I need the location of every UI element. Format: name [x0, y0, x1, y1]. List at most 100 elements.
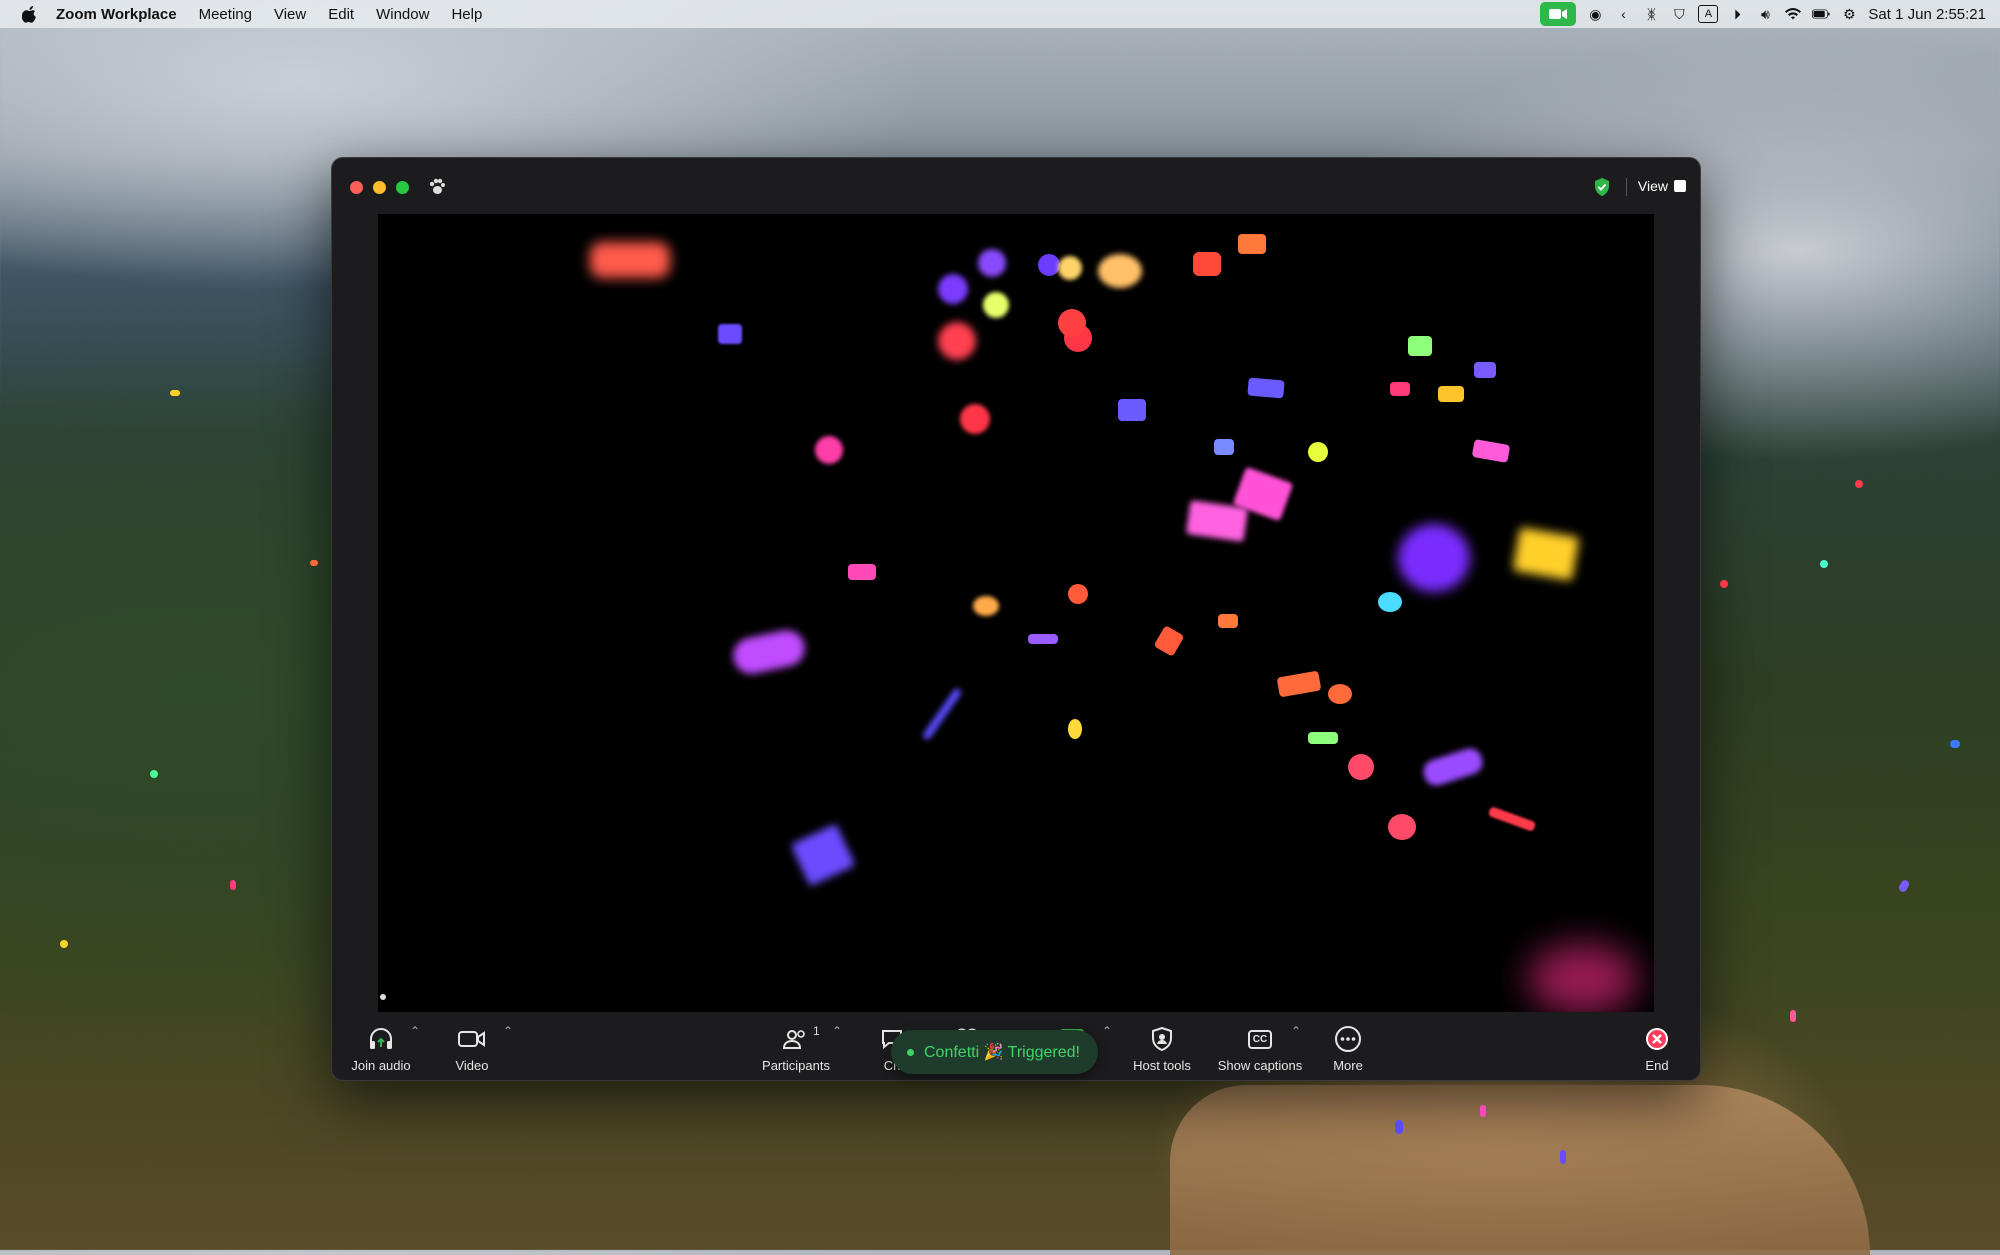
zoom-window-button[interactable] [396, 181, 409, 194]
end-label: End [1645, 1058, 1669, 1073]
menu-clock[interactable]: Sat 1 Jun 2:55:21 [1868, 6, 1986, 23]
minimize-window-button[interactable] [373, 181, 386, 194]
confetti-piece [921, 687, 963, 741]
participants-count: 1 [813, 1024, 820, 1038]
confetti-piece [380, 994, 386, 1000]
confetti-piece [1028, 634, 1058, 644]
confetti-piece [1438, 386, 1464, 402]
menu-help[interactable]: Help [451, 6, 482, 23]
menu-meeting[interactable]: Meeting [199, 6, 252, 23]
confetti-piece [960, 404, 990, 434]
audio-options-chevron-icon[interactable]: ⌃ [410, 1024, 420, 1038]
view-button-label: View [1637, 178, 1668, 194]
toast-status-dot [907, 1048, 914, 1056]
video-label: Video [455, 1058, 489, 1073]
confetti-piece [1068, 584, 1088, 604]
tray-app-icon[interactable]: ◉ [1586, 6, 1604, 22]
captions-options-chevron-icon[interactable]: ⌃ [1291, 1024, 1301, 1038]
video-button[interactable]: Video [442, 1014, 502, 1080]
confetti-piece [1058, 256, 1082, 280]
confetti-piece [790, 823, 856, 887]
confetti-piece [1276, 670, 1322, 698]
share-options-chevron-icon[interactable]: ⌃ [1102, 1024, 1112, 1038]
more-label: More [1333, 1058, 1363, 1073]
confetti-piece [1348, 754, 1374, 780]
confetti-piece [1308, 442, 1328, 462]
confetti-piece [1408, 336, 1432, 356]
zoom-status-icon[interactable] [1540, 2, 1577, 26]
confetti-piece [1218, 614, 1238, 628]
show-captions-label: Show captions [1217, 1058, 1303, 1073]
participants-button[interactable]: Participants [754, 1014, 838, 1080]
end-close-icon [1642, 1024, 1672, 1054]
video-camera-icon [457, 1024, 487, 1054]
confetti-piece [973, 596, 999, 616]
volume-icon[interactable]: 🔊︎ [1756, 6, 1774, 22]
input-source-icon[interactable]: A [1698, 5, 1719, 23]
confetti-piece [1068, 719, 1082, 739]
toast-text: Confetti 🎉 Triggered! [924, 1044, 1080, 1061]
menu-edit[interactable]: Edit [328, 6, 354, 23]
confetti-piece [1528, 944, 1638, 1012]
join-audio-label: Join audio [351, 1058, 411, 1073]
grid-view-icon [1674, 180, 1686, 192]
zoom-meeting-window: View Join audio ⌃ Video ⌃ Participants 1… [331, 157, 1701, 1081]
shield-tray-icon[interactable]: ⛉ [1670, 6, 1688, 22]
headphones-icon [366, 1024, 396, 1054]
confetti-piece [1238, 234, 1266, 254]
confetti-piece [1193, 252, 1221, 276]
confetti-piece [1308, 732, 1338, 744]
close-window-button[interactable] [350, 181, 363, 194]
confetti-piece [938, 274, 968, 304]
menu-window[interactable]: Window [376, 6, 429, 23]
confetti-piece [718, 324, 742, 344]
end-meeting-button[interactable]: End [1637, 1014, 1677, 1080]
more-button[interactable]: More [1328, 1014, 1368, 1080]
confetti-piece [1388, 814, 1416, 840]
chevron-left-icon[interactable]: ‹ [1614, 6, 1632, 22]
window-titlebar[interactable]: View [332, 158, 1700, 214]
confetti-piece [815, 436, 843, 464]
confetti-piece [1390, 382, 1410, 396]
join-audio-button[interactable]: Join audio [346, 1014, 416, 1080]
encryption-shield-icon[interactable] [1592, 177, 1612, 197]
titlebar-divider [1626, 178, 1627, 196]
butterfly-icon[interactable]: ᛤ [1642, 6, 1660, 22]
confetti-piece [1512, 527, 1580, 581]
more-ellipsis-icon [1333, 1024, 1363, 1054]
menu-app-name[interactable]: Zoom Workplace [56, 6, 177, 23]
confetti-piece [1487, 806, 1537, 832]
wallpaper-lake [1170, 1085, 1870, 1255]
video-options-chevron-icon[interactable]: ⌃ [503, 1024, 513, 1038]
host-tools-button[interactable]: Host tools [1127, 1014, 1197, 1080]
confetti-piece [848, 564, 876, 580]
wifi-icon[interactable] [1784, 6, 1802, 22]
battery-icon[interactable] [1812, 6, 1831, 22]
view-button[interactable]: View [1638, 175, 1686, 197]
control-center-icon[interactable]: ⚙︎ [1840, 6, 1858, 22]
menu-view[interactable]: View [274, 6, 306, 23]
menu-bar: Zoom Workplace Meeting View Edit Window … [0, 0, 2000, 28]
confetti-piece [1474, 362, 1496, 378]
confetti-piece [1038, 254, 1060, 276]
confetti-piece [978, 249, 1006, 277]
confetti-piece [1098, 254, 1142, 288]
participants-label: Participants [762, 1058, 830, 1073]
participants-icon [781, 1024, 811, 1054]
confetti-piece [730, 626, 808, 678]
confetti-piece [1153, 625, 1185, 657]
confetti-piece [1247, 377, 1285, 399]
confetti-piece [1420, 745, 1486, 789]
video-stage [378, 214, 1654, 1012]
confetti-piece [983, 292, 1009, 318]
play-icon[interactable]: ⏵ [1728, 6, 1746, 22]
participants-options-chevron-icon[interactable]: ⌃ [832, 1024, 842, 1038]
confetti-piece [938, 322, 976, 360]
confetti-piece [1185, 500, 1249, 542]
paw-icon[interactable] [427, 177, 447, 197]
apple-logo-icon[interactable] [22, 5, 38, 23]
confetti-piece [1328, 684, 1352, 704]
host-tools-label: Host tools [1133, 1058, 1191, 1073]
confetti-piece [1378, 592, 1402, 612]
confetti-piece [1058, 309, 1086, 337]
